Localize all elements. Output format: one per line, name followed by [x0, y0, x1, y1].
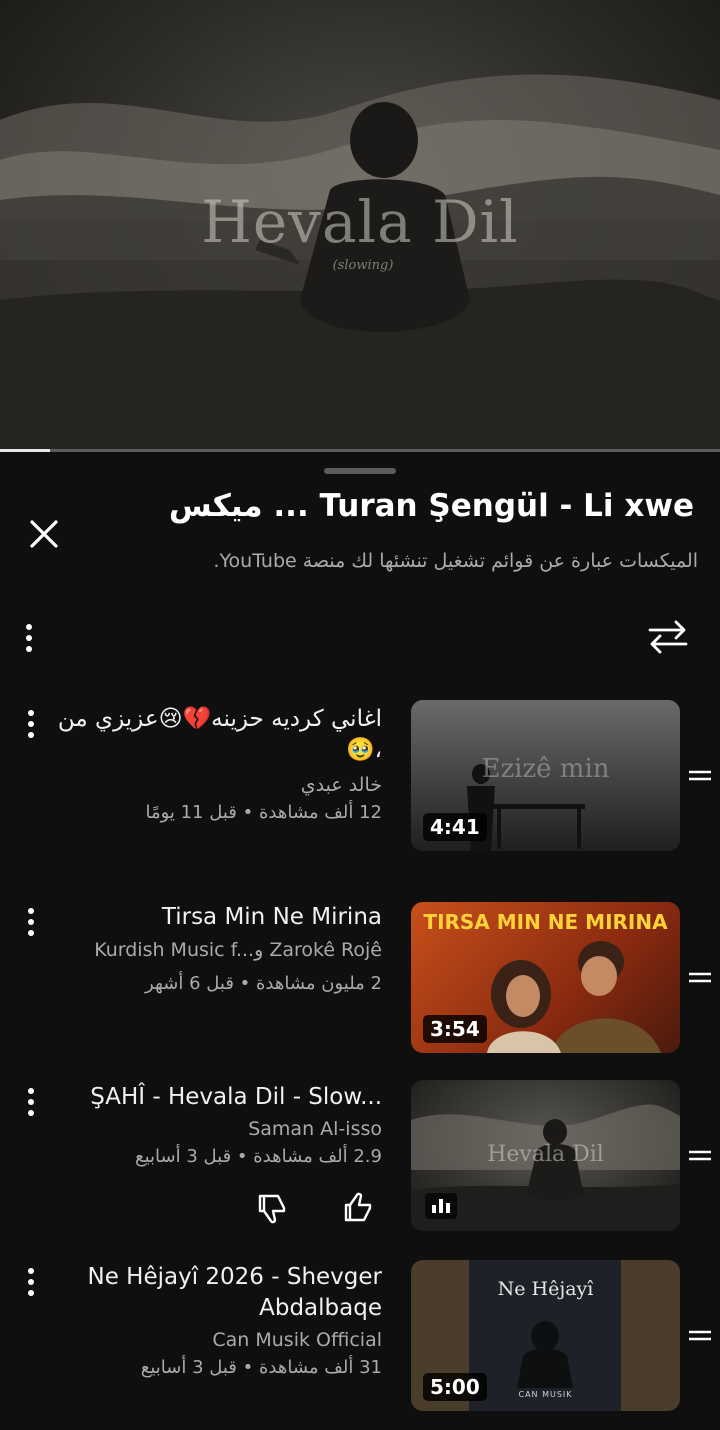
drag-handle-icon: [689, 1150, 711, 1161]
now-playing-bars-icon: [432, 1199, 450, 1213]
queue-panel: Turan Şengül - Li xwe ... ميكس الميكسات …: [0, 452, 720, 1430]
queue-item[interactable]: Tirsa Min Ne Mirina Kurdish Music f...و …: [0, 902, 720, 1062]
item-more-button[interactable]: [14, 1262, 48, 1302]
item-thumbnail[interactable]: Hevala Dil: [411, 1080, 680, 1231]
queue-item[interactable]: Ne Hêjayî 2026 - Shevger Abdalbaqe Can M…: [0, 1260, 720, 1420]
thumbnail-caption: TIRSA MIN NE MIRINA: [423, 910, 668, 934]
item-more-button[interactable]: [14, 902, 48, 942]
reorder-handle[interactable]: [686, 1142, 714, 1170]
reorder-handle[interactable]: [686, 964, 714, 992]
queue-subtitle: الميكسات عبارة عن قوائم تشغيل تنشئها لك …: [213, 550, 698, 572]
more-vert-icon: [28, 710, 34, 738]
thumbnail-caption: Ezizê min: [481, 754, 610, 784]
drag-handle-icon: [689, 1330, 711, 1341]
loop-icon: [648, 620, 688, 654]
dislike-button[interactable]: [252, 1188, 292, 1228]
item-meta: 12 ألف مشاهدة • قبل 11 يومًا: [145, 802, 382, 823]
queue-item[interactable]: اغاني كرديه حزينه💔😢عزيزي من ،🥹 خالد عبدي…: [0, 700, 720, 870]
drag-handle-icon: [689, 770, 711, 781]
more-vert-icon: [28, 908, 34, 936]
item-meta: 31 ألف مشاهدة • قبل 3 أسابيع: [140, 1357, 382, 1378]
reorder-handle[interactable]: [686, 762, 714, 790]
video-overlay-title: Hevala Dil: [201, 188, 519, 256]
item-title: اغاني كرديه حزينه💔😢عزيزي من ،🥹: [57, 706, 382, 763]
more-vert-icon: [28, 1088, 34, 1116]
reorder-handle[interactable]: [686, 1322, 714, 1350]
duration-badge: 4:41: [423, 813, 487, 841]
item-channel: خالد عبدي: [300, 774, 382, 796]
item-title: Tirsa Min Ne Mirina: [161, 904, 382, 930]
item-channel: Kurdish Music f...و Zarokê Rojê: [94, 939, 382, 961]
like-button[interactable]: [338, 1188, 378, 1228]
close-icon: [30, 520, 58, 548]
item-title: ŞAHÎ - Hevala Dil - Slow...: [90, 1084, 382, 1110]
duration-badge: 5:00: [423, 1373, 487, 1401]
video-overlay-subtitle: (slowing): [332, 258, 394, 273]
video-player[interactable]: Hevala Dil (slowing): [0, 0, 720, 452]
thumb-down-icon: [258, 1194, 286, 1224]
item-thumbnail[interactable]: TIRSA MIN NE MIRINA 3:54: [411, 902, 680, 1053]
item-title: Ne Hêjayî 2026 - Shevger Abdalbaqe: [87, 1264, 382, 1321]
item-more-button[interactable]: [14, 704, 48, 744]
queue-item-now-playing[interactable]: ŞAHÎ - Hevala Dil - Slow... Saman Al-iss…: [0, 1080, 720, 1240]
item-channel: Can Musik Official: [212, 1329, 382, 1351]
close-button[interactable]: [24, 514, 64, 554]
item-channel: Saman Al-isso: [248, 1118, 382, 1140]
item-meta: 2 مليون مشاهدة • قبل 6 أشهر: [145, 973, 382, 994]
more-vert-icon: [26, 624, 32, 652]
item-thumbnail[interactable]: Ezizê min 4:41: [411, 700, 680, 851]
queue-more-button[interactable]: [14, 618, 44, 658]
item-thumbnail[interactable]: Ne Hêjayî CAN MUSIK 5:00: [411, 1260, 680, 1411]
now-playing-badge: [425, 1193, 457, 1219]
item-more-button[interactable]: [14, 1082, 48, 1122]
thumb-up-icon: [344, 1192, 372, 1222]
item-meta: 2.9 ألف مشاهدة • قبل 3 أسابيع: [135, 1146, 382, 1167]
duration-badge: 3:54: [423, 1015, 487, 1043]
drag-handle-icon: [689, 972, 711, 983]
more-vert-icon: [28, 1268, 34, 1296]
queue-title: Turan Şengül - Li xwe ... ميكس: [168, 488, 694, 524]
thumbnail-caption: Ne Hêjayî: [497, 1278, 594, 1300]
panel-drag-handle[interactable]: [324, 468, 396, 474]
thumbnail-caption: Hevala Dil: [487, 1142, 604, 1167]
loop-button[interactable]: [644, 616, 692, 658]
